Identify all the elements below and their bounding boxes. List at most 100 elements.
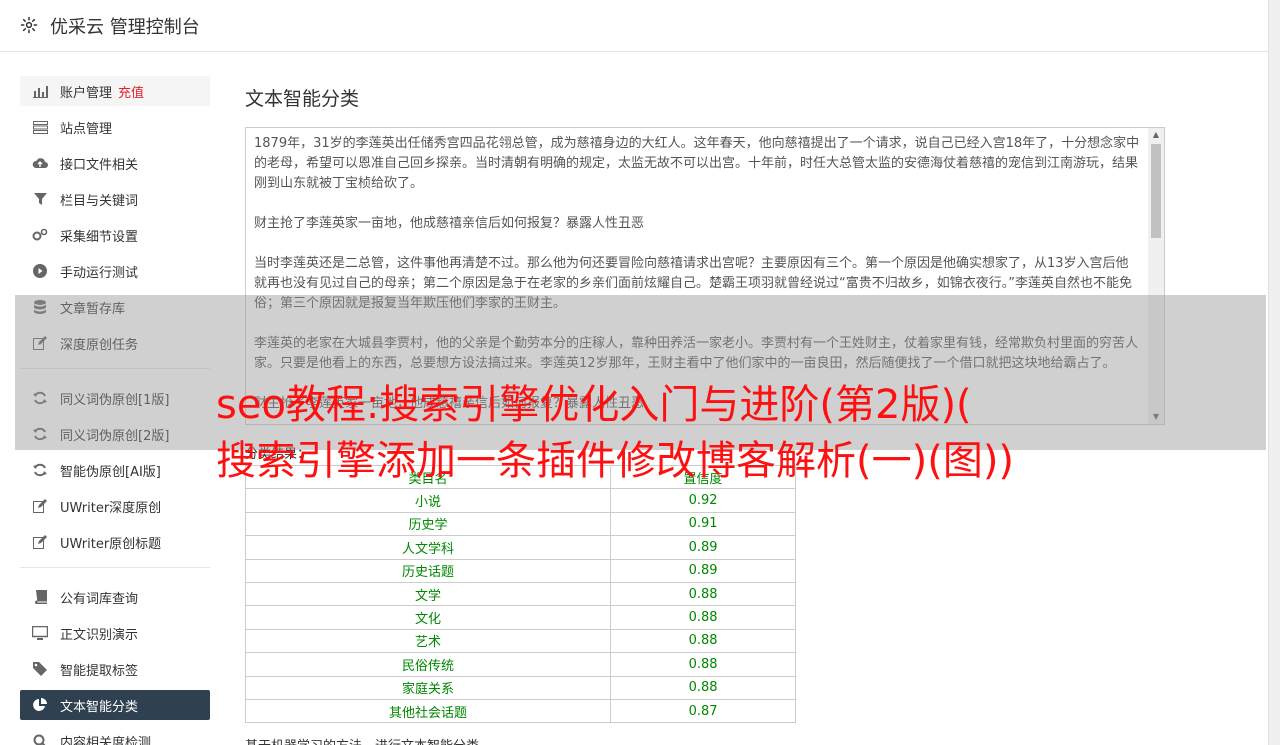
classification-table: 类目名 置信度 小说 0.92 历史学 0.91 人文学科 0.89 历史话题 0.89… [244,464,796,724]
sidebar-item-label: 智能伪原创[AI版] [60,464,161,480]
sidebar-item-label: 正文识别演示 [60,627,139,643]
sidebar-item-label: 深度原创任务 [60,337,139,353]
confidence-cell: 0.87 [610,698,796,724]
sidebar-item-label: 内容相关度检测 [60,735,152,745]
sidebar-item-sites[interactable]: 站点管理 [20,112,210,142]
text-paragraph: 财主抢了李莲英家一亩地，他成慈禧亲信后如何报复？暴露人性丑恶 [254,216,645,231]
sidebar-item-extract-tags[interactable]: 智能提取标签 [20,654,210,684]
sidebar-item-interface-files[interactable]: 接口文件相关 [20,148,210,178]
overlay-headline-line2: 搜索引擎添加一条插件修改博客解析(一)(图)) [216,438,1015,484]
sidebar-item-label: 同义词伪原创[1版] [60,392,170,408]
book-icon [32,589,48,605]
gear-icon[interactable] [20,16,40,36]
sidebar-item-label: 文章暂存库 [60,301,126,317]
text-paragraph: 1879年，31岁的李莲英出任储秀宫四品花翎总管，成为慈禧身边的大红人。这年春天… [254,136,1140,191]
sidebar-item-text-classify[interactable]: 文本智能分类 [20,690,210,720]
page-title: 文本智能分类 [245,88,360,110]
tag-icon [32,661,48,677]
confidence-cell: 0.88 [610,675,796,700]
edit-icon [32,498,48,514]
monitor-icon [32,625,48,641]
sidebar-item-columns-keywords[interactable]: 栏目与关键词 [20,184,210,214]
edit-icon [32,534,48,550]
refresh-icon [32,426,48,442]
category-cell: 文学 [244,581,612,607]
gears-icon [32,227,48,243]
pie-chart-icon [32,697,48,713]
sidebar-item-public-lexicon[interactable]: 公有词库查询 [20,582,210,612]
category-cell: 历史话题 [244,558,612,583]
sidebar-item-label: 手动运行测试 [60,265,139,281]
page-scrollbar[interactable] [1268,0,1280,745]
confidence-cell: 0.89 [610,535,796,560]
table-row: 艺术 0.88 [244,628,796,654]
table-row: 文学 0.88 [244,581,796,607]
sidebar-item-collect-settings[interactable]: 采集细节设置 [20,220,210,250]
sidebar-item-label: UWriter深度原创 [60,500,162,516]
sidebar-item-label: 智能提取标签 [60,663,139,679]
category-cell: 家庭关系 [244,675,612,700]
confidence-cell: 0.88 [610,581,796,607]
table-row: 历史话题 0.89 [244,558,796,583]
category-cell: 艺术 [244,628,612,654]
overlay-headline: seo教程:搜索引擎优化入门与进阶(第2版)( 搜索引擎添加一条插件修改博客解析… [216,377,1216,489]
category-cell: 文化 [244,605,612,630]
sidebar-item-label: 账户管理 [60,85,113,101]
sidebar-item-label: 采集细节设置 [60,229,139,245]
sidebar-item-manual-test[interactable]: 手动运行测试 [20,256,210,286]
sidebar: 账户管理 充值 站点管理 接口文件相关 栏目与关键词 采集细节设置 手动运行测试… [20,76,210,745]
bar-chart-icon [32,83,48,99]
method-description: 基于机器学习的方法，进行文本智能分类。 [245,735,1165,745]
sidebar-item-ai-rewrite[interactable]: 智能伪原创[AI版] [20,455,210,485]
table-row: 其他社会话题 0.87 [244,698,796,724]
recharge-link[interactable]: 充值 [118,82,144,101]
sidebar-item-uwriter-deep[interactable]: UWriter深度原创 [20,491,210,521]
category-cell: 小说 [244,488,612,513]
confidence-cell: 0.88 [610,605,796,630]
sidebar-item-deep-original-task[interactable]: 深度原创任务 [20,328,210,358]
refresh-icon [32,462,48,478]
category-cell: 其他社会话题 [244,698,612,724]
text-paragraph: 李莲英的老家在大城县李贾村，他的父亲是个勤劳本分的庄稼人，靠种田养活一家老小。李… [254,336,1139,371]
database-icon [32,299,48,315]
confidence-cell: 0.88 [610,652,796,677]
table-row: 民俗传统 0.88 [244,652,796,677]
play-circle-icon [32,263,48,279]
sidebar-item-label: 接口文件相关 [60,157,139,173]
sidebar-item-synonym-v1[interactable]: 同义词伪原创[1版] [20,383,210,413]
scroll-thumb[interactable] [1151,144,1161,238]
filter-icon [32,191,48,207]
confidence-cell: 0.89 [610,558,796,583]
sidebar-item-synonym-v2[interactable]: 同义词伪原创[2版] [20,419,210,449]
scroll-up-arrow-icon[interactable]: ▲ [1148,128,1164,142]
confidence-cell: 0.88 [610,628,796,654]
sidebar-item-account[interactable]: 账户管理 充值 [20,76,210,106]
sidebar-item-label: UWriter原创标题 [60,536,162,552]
confidence-cell: 0.92 [610,488,796,513]
app-title: 优采云 管理控制台 [50,16,200,38]
edit-icon [32,335,48,351]
text-paragraph: 当时李莲英还是二总管，这件事他再清楚不过。那么他为何还要冒险向慈禧请求出宫呢？主… [254,256,1132,311]
sidebar-divider [20,567,210,568]
sidebar-item-relevance-check[interactable]: 内容相关度检测 [20,726,210,745]
category-cell: 人文学科 [244,535,612,560]
confidence-cell: 0.91 [610,511,796,537]
table-row: 文化 0.88 [244,605,796,630]
table-row: 家庭关系 0.88 [244,675,796,700]
top-header: 优采云 管理控制台 [0,0,1268,52]
sidebar-item-uwriter-title[interactable]: UWriter原创标题 [20,527,210,557]
category-cell: 历史学 [244,511,612,537]
sidebar-item-label: 文本智能分类 [60,699,139,715]
sidebar-divider [20,368,210,369]
sidebar-item-article-storage[interactable]: 文章暂存库 [20,292,210,322]
sidebar-item-label: 站点管理 [60,121,113,137]
server-icon [32,119,48,135]
table-row: 历史学 0.91 [244,511,796,537]
sidebar-item-label: 同义词伪原创[2版] [60,428,170,444]
category-cell: 民俗传统 [244,652,612,677]
table-row: 人文学科 0.89 [244,535,796,560]
sidebar-item-text-recognition[interactable]: 正文识别演示 [20,618,210,648]
sidebar-item-label: 公有词库查询 [60,591,139,607]
sidebar-item-label: 栏目与关键词 [60,193,139,209]
cloud-upload-icon [32,155,48,171]
